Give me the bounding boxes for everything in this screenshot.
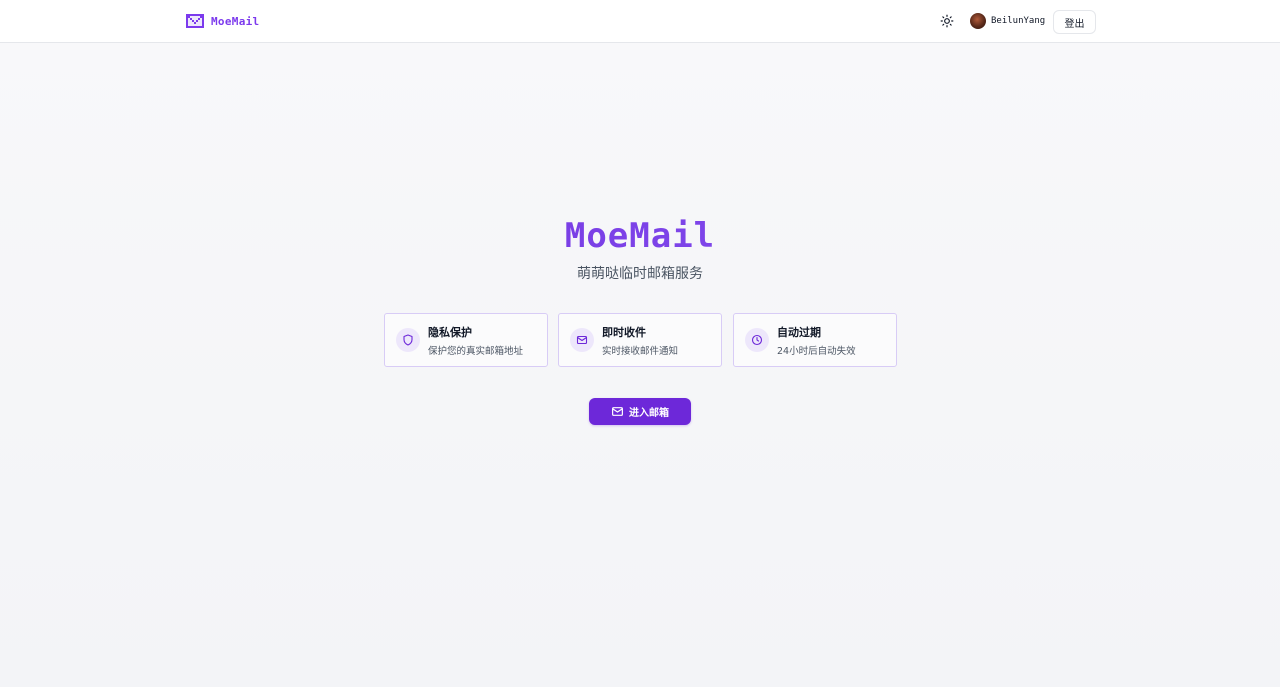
- feature-description: 实时接收邮件通知: [602, 345, 679, 357]
- brand-name: MoeMail: [211, 14, 260, 28]
- top-header: MoeMail BeilunYang 登出: [0, 0, 1280, 43]
- feature-description: 保护您的真实邮箱地址: [428, 345, 524, 357]
- brand-link[interactable]: MoeMail: [186, 12, 259, 30]
- shield-icon: [396, 328, 420, 352]
- sun-icon: [940, 14, 954, 28]
- enter-mailbox-label: 进入邮箱: [629, 408, 669, 419]
- mail-icon: [570, 328, 594, 352]
- enter-mailbox-button[interactable]: 进入邮箱: [589, 398, 691, 425]
- mail-logo-icon: [186, 14, 204, 28]
- feature-card-instant: 即时收件 实时接收邮件通知: [558, 313, 722, 367]
- feature-card-privacy: 隐私保护 保护您的真实邮箱地址: [384, 313, 548, 367]
- logout-button[interactable]: 登出: [1053, 10, 1096, 34]
- feature-title: 自动过期: [777, 325, 821, 339]
- mail-icon: [612, 407, 623, 416]
- hero-title: MoeMail: [0, 216, 1280, 256]
- feature-title: 即时收件: [602, 325, 646, 339]
- feature-title: 隐私保护: [428, 325, 472, 339]
- feature-cards: 隐私保护 保护您的真实邮箱地址 即时收件 实时接收邮件通知 自动过期 24小时后…: [384, 313, 897, 367]
- avatar: [970, 13, 986, 29]
- feature-description: 24小时后自动失效: [777, 345, 856, 357]
- user-profile[interactable]: BeilunYang: [970, 12, 1045, 30]
- feature-card-expiry: 自动过期 24小时后自动失效: [733, 313, 897, 367]
- clock-icon: [745, 328, 769, 352]
- hero-subtitle: 萌萌哒临时邮箱服务: [577, 266, 703, 282]
- username: BeilunYang: [991, 16, 1046, 26]
- theme-toggle-button[interactable]: [938, 12, 956, 30]
